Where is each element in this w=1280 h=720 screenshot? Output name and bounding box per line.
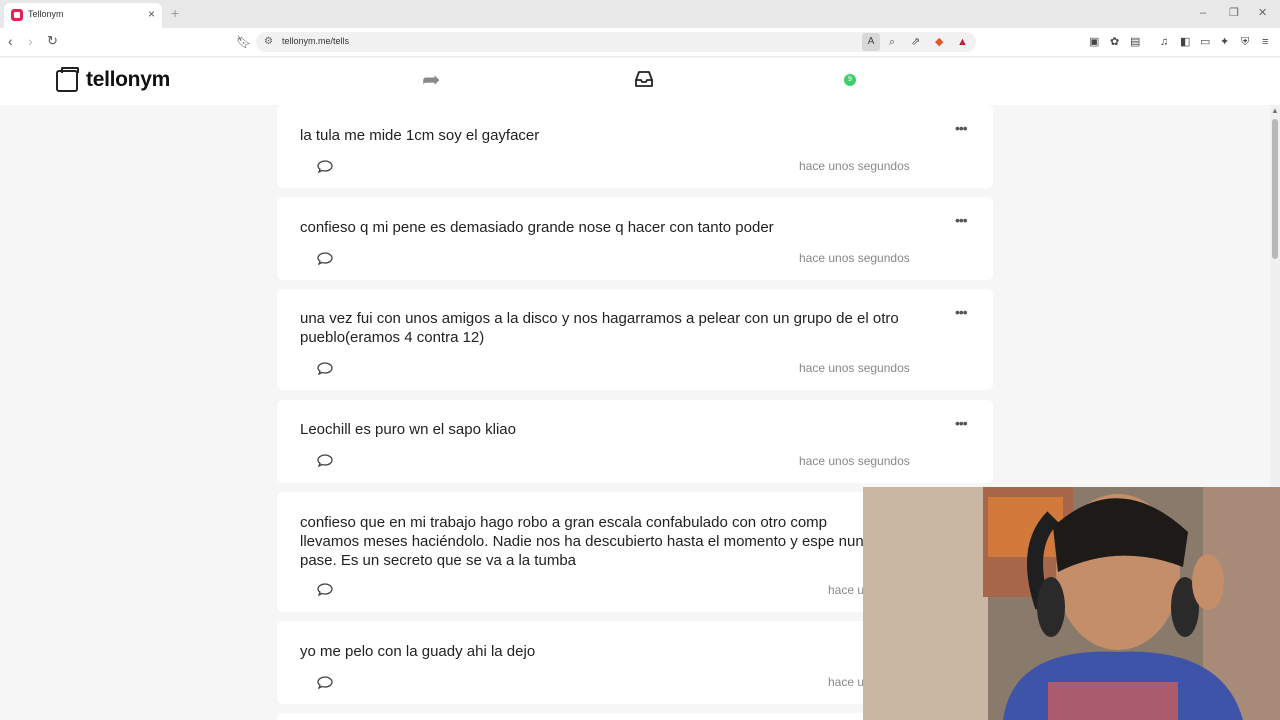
tell-card: confieso q mi pene es demasiado grande n… [277, 197, 993, 280]
brave-rewards-icon[interactable]: ▲ [957, 35, 968, 49]
reload-icon[interactable]: ↻ [47, 33, 58, 49]
zoom-icon[interactable]: ⌕ [889, 35, 895, 49]
inbox-icon[interactable] [634, 70, 654, 88]
tell-timestamp: hace u [828, 583, 865, 597]
tab-title: Tellonym [28, 9, 64, 19]
browser-toolbar: ‹ › ↻ 🔖︎ ⚙ tellonym.me/tells A ⌕ ⇗ ◆ ▲ ▣… [0, 28, 1280, 57]
more-options-icon[interactable]: ••• [955, 213, 968, 227]
close-window-icon[interactable]: ✕ [1258, 6, 1267, 20]
scrollbar-thumb[interactable] [1272, 119, 1278, 259]
tell-text: una vez fui con unos amigos a la disco y… [300, 310, 899, 346]
reader-icon[interactable]: ▤ [1130, 35, 1140, 49]
tell-timestamp: hace unos segundos [799, 251, 910, 265]
notification-badge[interactable]: 9 [844, 74, 856, 86]
leo-icon[interactable]: ✦ [1220, 35, 1229, 49]
browser-tabbar: Tellonym × + – ❐ ✕ [0, 0, 1280, 28]
minimize-icon[interactable]: – [1200, 6, 1206, 20]
more-options-icon[interactable]: ••• [955, 305, 968, 319]
tell-timestamp: hace unos segundos [799, 159, 910, 173]
tell-text: Leochill es puro wn el sapo kliao [300, 421, 516, 438]
brave-shield-icon[interactable]: ◆ [935, 35, 943, 49]
tellonym-favicon-icon [11, 9, 23, 21]
tell-text: confieso q mi pene es demasiado grande n… [300, 219, 774, 236]
share-page-icon[interactable]: ⇗ [911, 35, 920, 49]
back-icon[interactable]: ‹ [8, 33, 13, 49]
forward-icon[interactable]: › [28, 33, 33, 49]
tell-card: una vez fui con unos amigos a la disco y… [277, 289, 993, 390]
address-bar[interactable]: ⚙ tellonym.me/tells A ⌕ ⇗ ◆ ▲ [256, 32, 976, 52]
comment-icon[interactable] [317, 583, 333, 596]
tell-timestamp: hace unos segundos [799, 361, 910, 375]
wallet-icon[interactable]: ▭ [1200, 35, 1210, 49]
new-tab-button[interactable]: + [171, 5, 179, 21]
tab-close-icon[interactable]: × [148, 6, 155, 22]
browser-tab[interactable]: Tellonym × [4, 3, 162, 28]
tell-timestamp: hace u [828, 675, 865, 689]
more-options-icon[interactable]: ••• [955, 416, 968, 430]
translate-icon[interactable]: A [862, 33, 880, 51]
more-options-icon[interactable]: ••• [955, 121, 968, 135]
tell-card: la tula me mide 1cm soy el gayfacer ••• … [277, 105, 993, 188]
page-scrollbar[interactable]: ▲ [1270, 105, 1280, 487]
comment-icon[interactable] [317, 252, 333, 265]
comment-icon[interactable] [317, 676, 333, 689]
tell-text: yo me pelo con la guady ahi la dejo [300, 643, 536, 660]
comment-icon[interactable] [317, 454, 333, 467]
tell-text: confieso que en mi trabajo hago robo a g… [300, 514, 880, 569]
tell-text: la tula me mide 1cm soy el gayfacer [300, 127, 540, 144]
tell-timestamp: hace unos segundos [799, 454, 910, 468]
bookmark-icon[interactable]: 🔖︎ [236, 34, 251, 50]
media-icon[interactable]: ♫ [1160, 35, 1168, 49]
tell-card: Leochill es puro wn el sapo kliao ••• ha… [277, 400, 993, 483]
scroll-up-icon[interactable]: ▲ [1271, 106, 1279, 116]
share-icon[interactable]: ➦ [422, 68, 440, 92]
extension-puzzle-icon[interactable]: ✿ [1110, 35, 1119, 49]
url-text[interactable]: tellonym.me/tells [282, 36, 349, 46]
comment-icon[interactable] [317, 362, 333, 375]
webcam-overlay [863, 487, 1280, 720]
sidebar-icon[interactable]: ◧ [1180, 35, 1190, 49]
extension-icon[interactable]: ▣ [1089, 35, 1099, 49]
menu-icon[interactable]: ≡ [1262, 35, 1268, 49]
site-settings-icon[interactable]: ⚙ [264, 35, 273, 49]
vpn-icon[interactable]: ⛨ [1241, 35, 1249, 49]
restore-icon[interactable]: ❐ [1229, 6, 1239, 20]
site-header: tellonym ➦ 9 [0, 58, 1280, 105]
tellonym-logo-icon[interactable] [56, 67, 79, 92]
comment-icon[interactable] [317, 160, 333, 173]
logo-text[interactable]: tellonym [86, 68, 170, 92]
